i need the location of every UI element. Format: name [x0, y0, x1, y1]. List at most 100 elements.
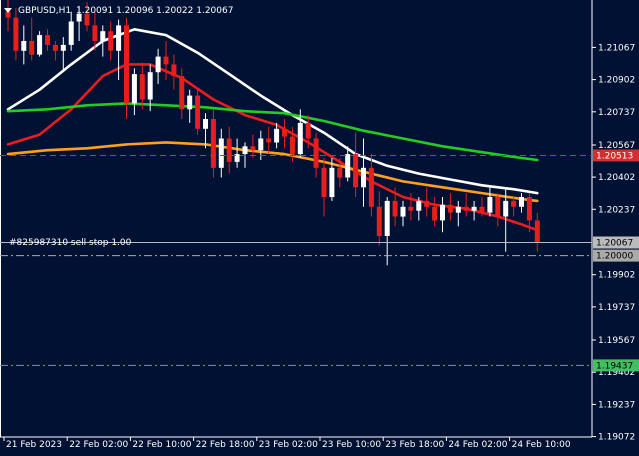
x-tick-label: 22 Feb 10:00: [132, 440, 191, 450]
candle-body: [68, 21, 74, 45]
candle[interactable]: [455, 200, 461, 227]
candle[interactable]: [534, 212, 540, 252]
candle[interactable]: [139, 62, 145, 110]
candle[interactable]: [163, 41, 169, 80]
candle-body: [163, 56, 169, 65]
candle-body: [108, 31, 114, 51]
candle-body: [195, 95, 201, 129]
y-tick-label: 1.19072: [598, 433, 635, 443]
candle-body: [60, 44, 66, 51]
candle[interactable]: [345, 146, 351, 182]
candle[interactable]: [234, 138, 240, 168]
candle[interactable]: [116, 19, 122, 81]
candle-body: [147, 72, 153, 100]
candle-body: [368, 167, 374, 207]
candle-body: [21, 41, 27, 51]
candle-body: [503, 200, 509, 217]
x-tick-label: 23 Feb 02:00: [259, 440, 318, 450]
candle[interactable]: [321, 158, 327, 217]
candle[interactable]: [440, 197, 445, 233]
y-tick-label: 1.20402: [598, 173, 635, 183]
chart-root: 1.21067 1.20902 1.20737 1.20567 1.20402 1.202…: [0, 0, 639, 456]
candle[interactable]: [250, 134, 256, 158]
candle-body: [511, 200, 517, 207]
candle-body: [424, 200, 430, 207]
candle-body: [519, 197, 524, 207]
symbol-label: GBPUSD,H1: [18, 6, 71, 16]
candle-body: [447, 204, 453, 213]
moving-average-line: [6, 141, 539, 203]
candle[interactable]: [495, 193, 501, 227]
candle-body: [242, 146, 248, 155]
level-tag-label: 1.19437: [596, 361, 633, 371]
candle[interactable]: [45, 29, 50, 51]
candle[interactable]: [155, 48, 161, 84]
candle[interactable]: [463, 193, 469, 217]
candle[interactable]: [226, 126, 232, 174]
candle[interactable]: [210, 109, 216, 178]
candle[interactable]: [432, 197, 438, 227]
candle-body: [282, 128, 287, 137]
candle-body: [266, 138, 272, 143]
candle-body: [139, 74, 145, 100]
price-chart[interactable]: 1.210671.209021.207371.205671.204021.202…: [0, 0, 639, 456]
candle[interactable]: [52, 41, 58, 61]
candle[interactable]: [29, 17, 35, 61]
candle[interactable]: [187, 89, 193, 123]
candle-body: [471, 206, 477, 211]
candle-body: [463, 206, 469, 211]
moving-average-line: [6, 102, 539, 162]
candle-body: [226, 138, 232, 162]
candle[interactable]: [471, 200, 477, 221]
candle-body: [29, 41, 35, 55]
candle[interactable]: [21, 25, 27, 65]
candle[interactable]: [195, 87, 201, 135]
candle-body: [13, 17, 19, 51]
candle[interactable]: [171, 54, 177, 90]
candle-body: [479, 206, 485, 213]
order-label[interactable]: #825987310 sell stop 1.00: [9, 238, 132, 248]
candle[interactable]: [282, 119, 287, 149]
candle[interactable]: [218, 128, 224, 178]
candle-body: [258, 138, 264, 151]
candle-body: [495, 197, 501, 217]
candle[interactable]: [108, 21, 114, 61]
candle-body: [37, 35, 43, 55]
candle-body: [116, 25, 122, 51]
candle[interactable]: [519, 193, 524, 213]
candle-body: [487, 197, 493, 213]
candle[interactable]: [60, 37, 66, 71]
candle[interactable]: [400, 200, 406, 227]
candle[interactable]: [368, 154, 374, 217]
candle-body: [171, 64, 177, 77]
dropdown-triangle-icon[interactable]: [4, 8, 12, 13]
candle[interactable]: [37, 31, 43, 57]
candle[interactable]: [100, 25, 106, 57]
candle[interactable]: [266, 126, 272, 155]
candle[interactable]: [5, 0, 11, 32]
candle[interactable]: [131, 68, 137, 116]
candle[interactable]: [353, 132, 359, 197]
candle-body: [400, 206, 406, 217]
x-tick-label: 23 Feb 10:00: [322, 440, 381, 450]
candle-body: [45, 35, 50, 45]
candle[interactable]: [361, 138, 366, 207]
candle[interactable]: [376, 191, 382, 246]
candle[interactable]: [447, 193, 453, 221]
candle-body: [384, 200, 390, 236]
candle-body: [131, 74, 137, 104]
y-tick-label: 1.21067: [598, 43, 635, 53]
candle[interactable]: [384, 197, 390, 266]
ohlc-readout: 1.20091 1.20096 1.20022 1.20067: [76, 6, 233, 16]
x-tick-label: 24 Feb 02:00: [448, 440, 507, 450]
candle-body: [179, 76, 185, 110]
candle-body: [155, 56, 161, 73]
candle[interactable]: [487, 187, 493, 217]
candle-body: [305, 122, 311, 139]
candle[interactable]: [511, 197, 517, 217]
x-tick-label: 22 Feb 02:00: [69, 440, 128, 450]
candle-body: [297, 122, 303, 155]
candle[interactable]: [424, 187, 430, 217]
candle[interactable]: [68, 11, 74, 51]
candle-body: [289, 136, 295, 155]
